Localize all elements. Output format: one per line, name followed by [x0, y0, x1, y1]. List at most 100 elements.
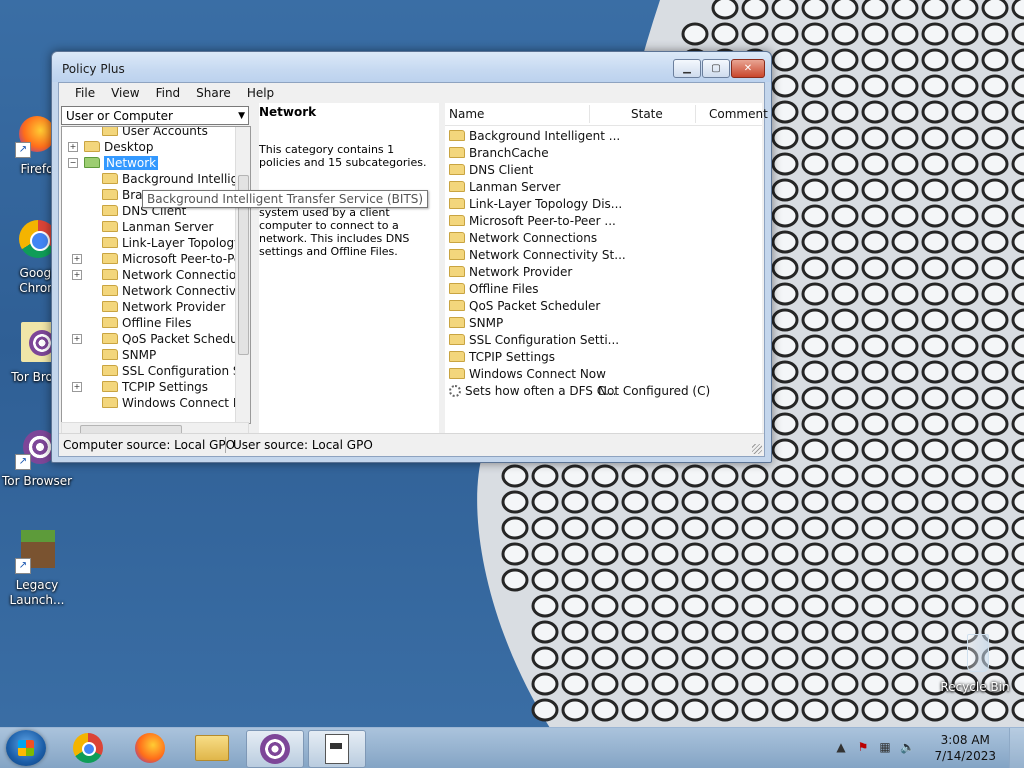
column-comment[interactable]: Comment [709, 107, 768, 121]
show-desktop-button[interactable] [1009, 728, 1024, 768]
tree-item[interactable]: User Accounts [102, 127, 208, 139]
taskbar-file-explorer[interactable] [184, 730, 240, 766]
tree-vertical-scrollbar[interactable] [235, 127, 250, 423]
menu-view[interactable]: View [103, 83, 147, 103]
list-row[interactable]: QoS Packet Scheduler [449, 298, 600, 315]
list-row[interactable]: BranchCache [449, 145, 549, 162]
window-title: Policy Plus [62, 62, 125, 76]
expand-icon[interactable]: + [72, 270, 82, 280]
list-row[interactable]: TCPIP Settings [449, 349, 555, 366]
desktop-icon-legacy-launcher[interactable]: ↗ Legacy Launch... [2, 530, 72, 608]
tree-item[interactable]: − Network [68, 155, 159, 171]
tree-item[interactable]: Background Intelligent T [102, 171, 250, 187]
list-row[interactable]: SNMP [449, 315, 503, 332]
policy-setting-icon [449, 385, 461, 397]
tree-item-label: TCPIP Settings [122, 380, 209, 394]
close-button[interactable]: ✕ [731, 59, 765, 78]
title-bar[interactable]: Policy Plus ▁ ▢ ✕ [52, 52, 771, 82]
list-row[interactable]: Microsoft Peer-to-Peer ... [449, 213, 616, 230]
tree-item[interactable]: + Network Connections [72, 267, 251, 283]
resize-grip[interactable] [752, 444, 762, 454]
list-row[interactable]: Windows Connect Now [449, 366, 606, 383]
file-explorer-icon [195, 735, 229, 761]
list-row[interactable]: Lanman Server [449, 179, 560, 196]
minimize-button[interactable]: ▁ [673, 59, 701, 78]
folder-icon [102, 381, 118, 392]
start-button[interactable] [6, 730, 46, 766]
list-row[interactable]: SSL Configuration Setti... [449, 332, 619, 349]
volume-icon[interactable]: 🔈 [900, 740, 915, 754]
category-heading: Network [259, 105, 317, 119]
column-name[interactable]: Name [449, 107, 484, 121]
tree-item[interactable]: Link-Layer Topology Dis [102, 235, 250, 251]
user-source-status: User source: Local GPO [233, 438, 373, 452]
list-item-name: SSL Configuration Setti... [469, 333, 620, 347]
folder-icon [102, 221, 118, 232]
folder-icon [449, 317, 465, 328]
menu-help[interactable]: Help [239, 83, 282, 103]
taskbar-chrome[interactable] [60, 730, 116, 766]
menu-share[interactable]: Share [188, 83, 239, 103]
show-hidden-icons-icon[interactable]: ▲ [834, 740, 848, 754]
list-item-name: Microsoft Peer-to-Peer ... [469, 214, 616, 228]
maximize-button[interactable]: ▢ [702, 59, 730, 78]
list-row[interactable]: DNS Client [449, 162, 533, 179]
expand-icon[interactable]: + [72, 334, 82, 344]
policy-list[interactable]: Name State Comment Background Intelligen… [445, 103, 768, 433]
tree-item[interactable]: Windows Connect Now [102, 395, 250, 411]
scope-dropdown[interactable]: User or Computer ▼ [61, 106, 249, 125]
list-row[interactable]: Network Provider [449, 264, 572, 281]
scope-dropdown-value: User or Computer [66, 109, 173, 123]
tree-item[interactable]: SSL Configuration Settin [102, 363, 250, 379]
folder-icon [449, 181, 465, 192]
category-tree[interactable]: Windows Connect Now + TCPIP Settings SSL Co… [61, 126, 251, 424]
desktop-icon-recycle-bin[interactable]: Recycle Bin [940, 632, 1010, 695]
category-summary: This category contains 1 policies and 15… [259, 143, 427, 169]
taskbar-policy-plus[interactable] [308, 730, 366, 768]
expand-icon[interactable]: + [72, 382, 82, 392]
tree-item[interactable]: + QoS Packet Scheduler [72, 331, 250, 347]
list-row[interactable]: Network Connectivity St... [449, 247, 626, 264]
tree-item-label: Network Connections [122, 268, 251, 282]
expand-icon[interactable]: + [72, 254, 82, 264]
tree-item[interactable]: Offline Files [102, 315, 192, 331]
taskbar-tor-browser[interactable] [246, 730, 304, 768]
tree-item[interactable]: + TCPIP Settings [72, 379, 209, 395]
folder-icon [102, 333, 118, 344]
list-row[interactable]: Sets how often a DFS C... [449, 383, 617, 400]
menu-find[interactable]: Find [148, 83, 189, 103]
tree-item[interactable]: Lanman Server [102, 219, 213, 235]
tree-item[interactable]: + Microsoft Peer-to-Peer N [72, 251, 250, 267]
folder-icon [449, 130, 465, 141]
list-item-name: BranchCache [469, 146, 549, 160]
network-icon[interactable]: ▦ [878, 740, 892, 754]
list-item-name: Offline Files [469, 282, 539, 296]
tree-item[interactable]: + Desktop [68, 139, 154, 155]
clock[interactable]: 3:08 AM 7/14/2023 [934, 732, 996, 764]
folder-icon [102, 349, 118, 360]
column-state[interactable]: State [631, 107, 663, 121]
action-center-icon[interactable]: ⚑ [856, 740, 870, 754]
tree-item-label: Network Connectivity S [122, 284, 251, 298]
desktop-icon-label: Recycle Bin [940, 680, 1010, 694]
taskbar-firefox[interactable] [122, 730, 178, 766]
tree-item[interactable]: SNMP [102, 347, 156, 363]
collapse-icon[interactable]: − [68, 158, 78, 168]
tree-item[interactable]: Network Provider [102, 299, 225, 315]
list-header: Name State Comment [445, 103, 768, 126]
list-row[interactable]: Offline Files [449, 281, 539, 298]
computer-source-status: Computer source: Local GPO [63, 438, 236, 452]
list-row[interactable]: Background Intelligent ... [449, 128, 620, 145]
tree-item-label: SNMP [122, 348, 157, 362]
folder-icon [102, 365, 118, 376]
list-row[interactable]: Link-Layer Topology Dis... [449, 196, 622, 213]
expand-icon[interactable]: + [68, 142, 78, 152]
tree-item[interactable]: Network Connectivity S [102, 283, 251, 299]
list-item-name: Windows Connect Now [469, 367, 606, 381]
desktop-icon-label: Tor Browser [2, 474, 73, 488]
list-row[interactable]: Network Connections [449, 230, 597, 247]
menu-file[interactable]: File [67, 83, 103, 103]
list-item-name: Network Connectivity St... [469, 248, 626, 262]
window-client: File View Find Share Help User or Comput… [58, 82, 768, 457]
list-item-name: Network Connections [469, 231, 598, 245]
